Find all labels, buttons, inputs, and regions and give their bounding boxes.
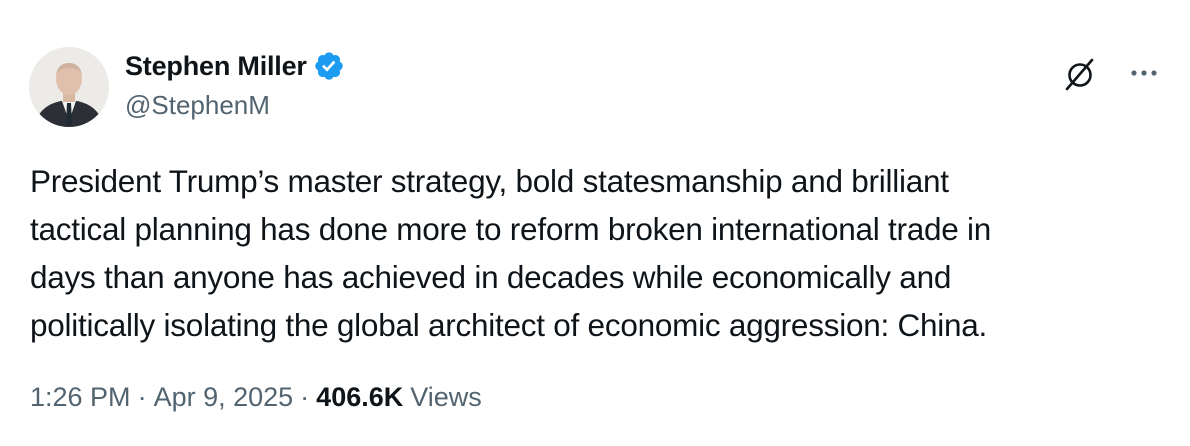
verified-badge-icon (315, 52, 343, 80)
meta-separator: · (300, 382, 310, 412)
tweet-time[interactable]: 1:26 PM (30, 382, 131, 413)
avatar[interactable] (29, 47, 109, 127)
views-count: 406.6K (316, 382, 404, 412)
tweet-meta: 1:26 PM · Apr 9, 2025 · 406.6K Views (30, 382, 482, 413)
tweet-text: President Trump’s master strategy, bold … (30, 157, 1160, 349)
views-label: Views (410, 382, 482, 412)
tweet-text-line: days than anyone has achieved in decades… (30, 259, 952, 295)
tweet-text-line: tactical planning has done more to refor… (30, 211, 992, 247)
more-options-icon[interactable] (1124, 56, 1164, 92)
tweet-date[interactable]: Apr 9, 2025 (154, 382, 294, 413)
author-handle[interactable]: @StephenM (125, 90, 270, 121)
tweet-card: Stephen Miller @StephenM President Trump… (0, 0, 1190, 446)
meta-separator: · (137, 382, 147, 412)
tweet-text-line: President Trump’s master strategy, bold … (30, 163, 949, 199)
tweet-text-line: politically isolating the global archite… (30, 307, 988, 343)
author-display-name[interactable]: Stephen Miller (125, 51, 307, 82)
author-name-row: Stephen Miller (125, 50, 345, 82)
grok-icon[interactable] (1062, 56, 1098, 92)
